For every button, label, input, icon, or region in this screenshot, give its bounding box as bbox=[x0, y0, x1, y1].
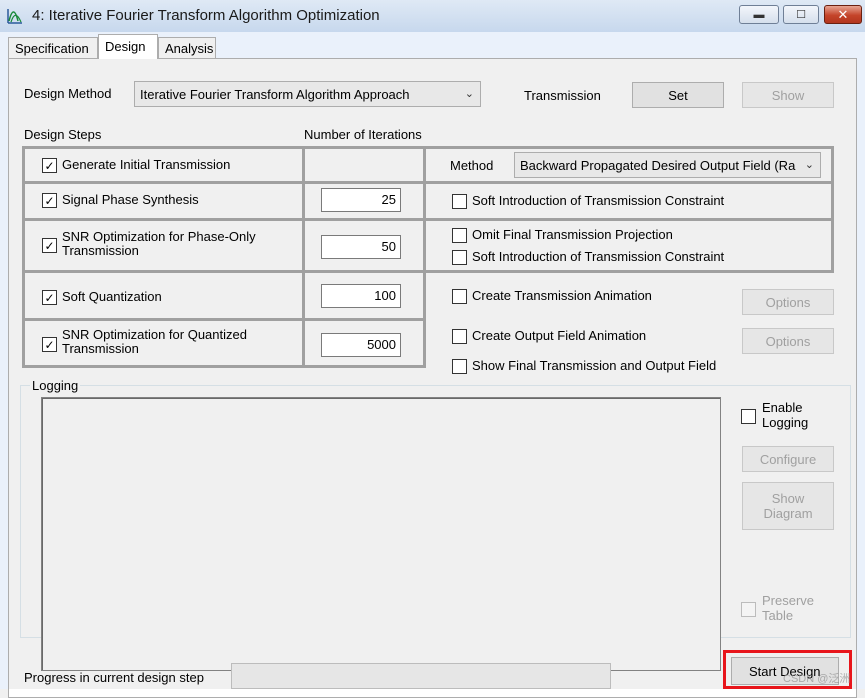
iterations-cell bbox=[302, 146, 426, 184]
show-diagram-button-label: Show Diagram bbox=[763, 491, 813, 521]
method-dropdown[interactable]: Backward Propagated Desired Output Field… bbox=[514, 152, 821, 178]
step-label: SNR Optimization for Phase-Only Transmis… bbox=[62, 229, 256, 258]
check-icon: ✓ bbox=[44, 238, 55, 253]
watermark: CSDN @泛洲 bbox=[783, 673, 851, 685]
tab-label: Analysis bbox=[165, 41, 214, 56]
minimize-button[interactable]: ▬ bbox=[739, 5, 779, 24]
maximize-button[interactable]: ☐ bbox=[783, 5, 819, 24]
log-output-area[interactable] bbox=[41, 397, 721, 671]
logging-label: Logging bbox=[30, 378, 81, 393]
minimize-icon: ▬ bbox=[753, 8, 765, 21]
enable-logging-label: Enable Logging bbox=[762, 400, 809, 430]
soft-intro-checkbox-1[interactable] bbox=[452, 194, 467, 209]
omit-final-checkbox[interactable] bbox=[452, 228, 467, 243]
iterations-input-snr-phase-only[interactable]: 50 bbox=[321, 235, 401, 259]
window-title: 4: Iterative Fourier Transform Algorithm… bbox=[32, 7, 380, 24]
method-value: Backward Propagated Desired Output Field… bbox=[520, 158, 796, 173]
show-button-label: Show bbox=[771, 87, 805, 103]
tab-analysis[interactable]: Analysis bbox=[158, 37, 216, 59]
preserve-table-checkbox[interactable] bbox=[741, 602, 756, 617]
design-method-label: Design Method bbox=[24, 86, 112, 101]
iterations-header: Number of Iterations bbox=[304, 127, 422, 142]
check-icon: ✓ bbox=[44, 193, 55, 208]
tab-specification[interactable]: Specification bbox=[8, 37, 98, 59]
step-checkbox-snr-quantized[interactable]: ✓ bbox=[42, 337, 57, 352]
output-options-button[interactable]: Options bbox=[742, 328, 834, 354]
iterations-input-signal-phase[interactable]: 25 bbox=[321, 188, 401, 212]
close-icon: ✕ bbox=[837, 6, 849, 22]
check-icon: ✓ bbox=[44, 290, 55, 305]
design-steps-header: Design Steps bbox=[24, 127, 102, 142]
tab-design[interactable]: Design bbox=[98, 34, 158, 59]
iterations-input-snr-quantized[interactable]: 5000 bbox=[321, 333, 401, 357]
design-method-value: Iterative Fourier Transform Algorithm Ap… bbox=[140, 87, 410, 102]
iterations-input-soft-quantization[interactable]: 100 bbox=[321, 284, 401, 308]
chevron-down-icon: ⌄ bbox=[464, 88, 474, 100]
design-method-dropdown[interactable]: Iterative Fourier Transform Algorithm Ap… bbox=[134, 81, 481, 107]
show-button[interactable]: Show bbox=[742, 82, 834, 108]
enable-logging-checkbox[interactable] bbox=[741, 409, 756, 424]
output-animation-checkbox[interactable] bbox=[452, 329, 467, 344]
step-label: Generate Initial Transmission bbox=[62, 157, 231, 172]
transmission-animation-checkbox[interactable] bbox=[452, 289, 467, 304]
progress-label: Progress in current design step bbox=[24, 670, 204, 685]
step-checkbox-soft-quantization[interactable]: ✓ bbox=[42, 290, 57, 305]
step-label: SNR Optimization for Quantized Transmiss… bbox=[62, 327, 247, 356]
maximize-icon: ☐ bbox=[796, 9, 806, 21]
tab-label: Design bbox=[105, 39, 146, 54]
options-button-label: Options bbox=[765, 294, 811, 310]
step-checkbox-generate-initial[interactable]: ✓ bbox=[42, 158, 57, 173]
set-button[interactable]: Set bbox=[632, 82, 724, 108]
options-button-label: Options bbox=[765, 333, 811, 349]
soft-intro-label-1: Soft Introduction of Transmission Constr… bbox=[472, 193, 725, 208]
omit-final-label: Omit Final Transmission Projection bbox=[472, 227, 673, 242]
step-label: Soft Quantization bbox=[62, 289, 162, 304]
set-button-label: Set bbox=[668, 87, 688, 103]
configure-button-label: Configure bbox=[759, 451, 817, 467]
step-checkbox-signal-phase[interactable]: ✓ bbox=[42, 193, 57, 208]
app-icon bbox=[7, 9, 22, 24]
progress-bar bbox=[231, 663, 611, 689]
check-icon: ✓ bbox=[44, 337, 55, 352]
preserve-table-label: Preserve Table bbox=[762, 593, 815, 623]
soft-intro-label-2: Soft Introduction of Transmission Constr… bbox=[472, 249, 725, 264]
step-label: Signal Phase Synthesis bbox=[62, 192, 199, 207]
soft-intro-checkbox-2[interactable] bbox=[452, 250, 467, 265]
show-diagram-button[interactable]: Show Diagram bbox=[742, 482, 834, 530]
transmission-label: Transmission bbox=[524, 88, 601, 103]
show-final-checkbox[interactable] bbox=[452, 359, 467, 374]
output-animation-label: Create Output Field Animation bbox=[472, 328, 647, 343]
check-icon: ✓ bbox=[44, 158, 55, 173]
configure-button[interactable]: Configure bbox=[742, 446, 834, 472]
transmission-animation-label: Create Transmission Animation bbox=[472, 288, 652, 303]
close-button[interactable]: ✕ bbox=[824, 5, 862, 24]
transmission-options-button[interactable]: Options bbox=[742, 289, 834, 315]
tab-label: Specification bbox=[15, 41, 89, 56]
show-final-label: Show Final Transmission and Output Field bbox=[472, 358, 717, 373]
chevron-down-icon: ⌄ bbox=[800, 158, 814, 171]
method-label: Method bbox=[450, 158, 494, 173]
step-checkbox-snr-phase-only[interactable]: ✓ bbox=[42, 238, 57, 253]
